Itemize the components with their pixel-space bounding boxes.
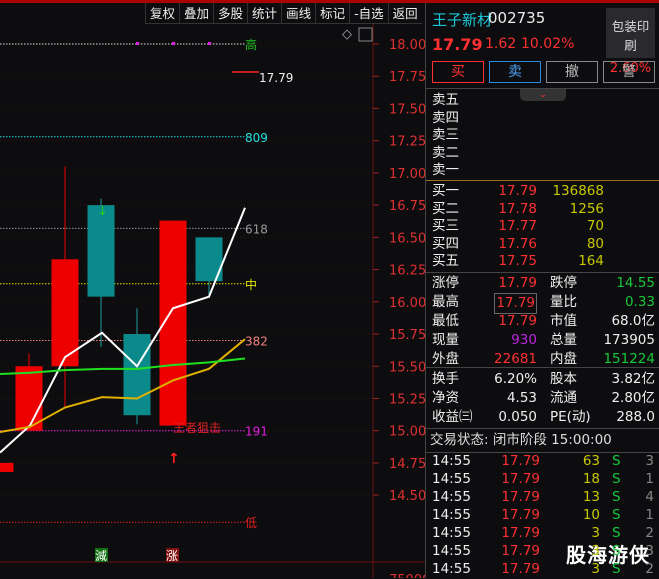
last-price: 17.79	[432, 35, 483, 54]
toolbar-fuquan[interactable]: 复权	[145, 3, 179, 23]
fib-level-label: 高	[245, 37, 257, 52]
toolbar-stats[interactable]: 统计	[247, 3, 281, 23]
tick-row: 14:55 17.79 10 S 1	[432, 507, 654, 523]
ask-row: 卖四	[432, 109, 459, 126]
toolbar-draw[interactable]: 画线	[281, 3, 315, 23]
drawing-mode-icon: ◇	[342, 27, 352, 42]
up-arrow-icon: ↑	[168, 451, 180, 467]
trade-status: 交易状态: 闭市阶段 15:00:00	[430, 432, 612, 448]
fib-level-label: 中	[245, 277, 257, 292]
alert-button[interactable]: 警	[603, 61, 655, 83]
toolbar-mark[interactable]: 标记	[315, 3, 349, 23]
price-change: 1.62	[485, 36, 517, 52]
volume-axis-label: 75000	[389, 573, 425, 578]
stat-row: 换手 6.20% 股本 3.82亿	[432, 371, 655, 387]
bid-row: 买一 17.79 136868	[432, 183, 604, 199]
stat-row: 最高 17.79 量比 0.33	[426, 293, 659, 314]
marker-dot	[136, 42, 139, 45]
bid-row: 买五 17.75 164	[432, 253, 604, 270]
candle-body	[0, 462, 14, 472]
cancel-button[interactable]: 撤	[546, 61, 598, 83]
bid-row: 买三 17.77 70	[432, 218, 604, 235]
tick-row: 14:55 17.79 3 S 3	[432, 543, 654, 559]
tick-row: 14:55 17.79 63 S 3	[432, 453, 654, 469]
ask-row: 卖一	[432, 162, 459, 179]
ask-row: 卖五	[432, 92, 459, 108]
sell-button[interactable]: 卖	[489, 61, 541, 83]
stat-row: 最低 17.79 市值 68.0亿	[432, 313, 655, 329]
fib-level-label: 382	[245, 334, 268, 348]
marker-dot	[208, 42, 211, 45]
price-tick-label: 15.00	[389, 425, 425, 440]
stat-row: 净资 4.53 流通 2.80亿	[432, 390, 655, 406]
candle-body	[123, 334, 151, 416]
buy-button[interactable]: 买	[432, 61, 484, 83]
price-tick-label: 14.50	[389, 489, 425, 504]
price-tick-label: 16.75	[389, 199, 425, 214]
price-tick-label: 17.50	[389, 102, 425, 117]
fib-level-label: 809	[245, 131, 268, 145]
toolbar-remove-watchlist[interactable]: -自选	[349, 3, 388, 23]
price-tick-label: 15.50	[389, 360, 425, 375]
signal-label: 王者狙击	[173, 421, 221, 435]
stat-row: 外盘 22681 内盘 151224	[432, 351, 655, 367]
fib-level-label: 618	[245, 222, 268, 236]
price-tick-label: 17.25	[389, 135, 425, 150]
stock-code: 002735	[488, 9, 546, 27]
tick-row: 14:55 17.79 3 S 2	[432, 525, 654, 541]
toolbar-overlay[interactable]: 叠加	[179, 3, 213, 23]
ask-row: 卖二	[432, 144, 459, 161]
badge-rise: 涨	[166, 548, 178, 563]
stock-name: 王子新材	[432, 11, 493, 29]
fib-level-label: 191	[245, 425, 268, 439]
marker-dot	[172, 42, 175, 45]
price-tick-label: 17.00	[389, 167, 425, 182]
toolbar-back[interactable]: 返回	[387, 3, 422, 23]
price-change-pct: 10.02%	[521, 36, 575, 52]
stat-row: 收益㈢ 0.050 PE(动) 288.0	[432, 409, 655, 425]
price-tick-label: 15.25	[389, 392, 425, 407]
stat-row: 现量 930 总量 173905	[432, 332, 655, 348]
sector-name: 包装印刷	[611, 19, 650, 53]
quote-panel: 王子新材 002735 17.79 1.62 10.02% 包装印刷 2.60%…	[425, 3, 659, 578]
price-tick-label: 16.25	[389, 264, 425, 279]
price-tick-label: 15.75	[389, 328, 425, 343]
chart-toolbar: 复权 叠加 多股 统计 画线 标记 -自选 返回	[145, 3, 422, 24]
down-arrow-icon: ↓	[97, 204, 108, 219]
bid-row: 买四 17.76 80	[432, 235, 604, 252]
tick-row: 14:55 17.79 3 S 2	[432, 561, 654, 577]
toolbar-multi[interactable]: 多股	[213, 3, 247, 23]
tick-row: 14:55 17.79 18 S 1	[432, 471, 654, 487]
last-price-label: 17.79	[259, 71, 293, 85]
price-tick-label: 14.75	[389, 457, 425, 472]
price-tick-label: 16.00	[389, 296, 425, 311]
price-tick-label: 18.00	[389, 38, 425, 53]
sector-box[interactable]: 包装印刷 2.60%	[606, 8, 655, 76]
price-tick-label: 17.75	[389, 70, 425, 85]
bid-row: 买二 17.78 1256	[432, 200, 604, 217]
badge-reduce: 減	[95, 548, 107, 563]
stat-row: 涨停 17.79 跌停 14.55	[432, 275, 655, 291]
fib-level-label: 低	[245, 516, 257, 530]
ask-row: 卖三	[432, 127, 459, 144]
tick-row: 14:55 17.79 13 S 4	[432, 489, 654, 505]
price-tick-label: 16.50	[389, 231, 425, 246]
kline-chart[interactable]: 18.00 17.75 17.50 17.25 17.00 16.75 16.50 16.25…	[0, 0, 425, 578]
